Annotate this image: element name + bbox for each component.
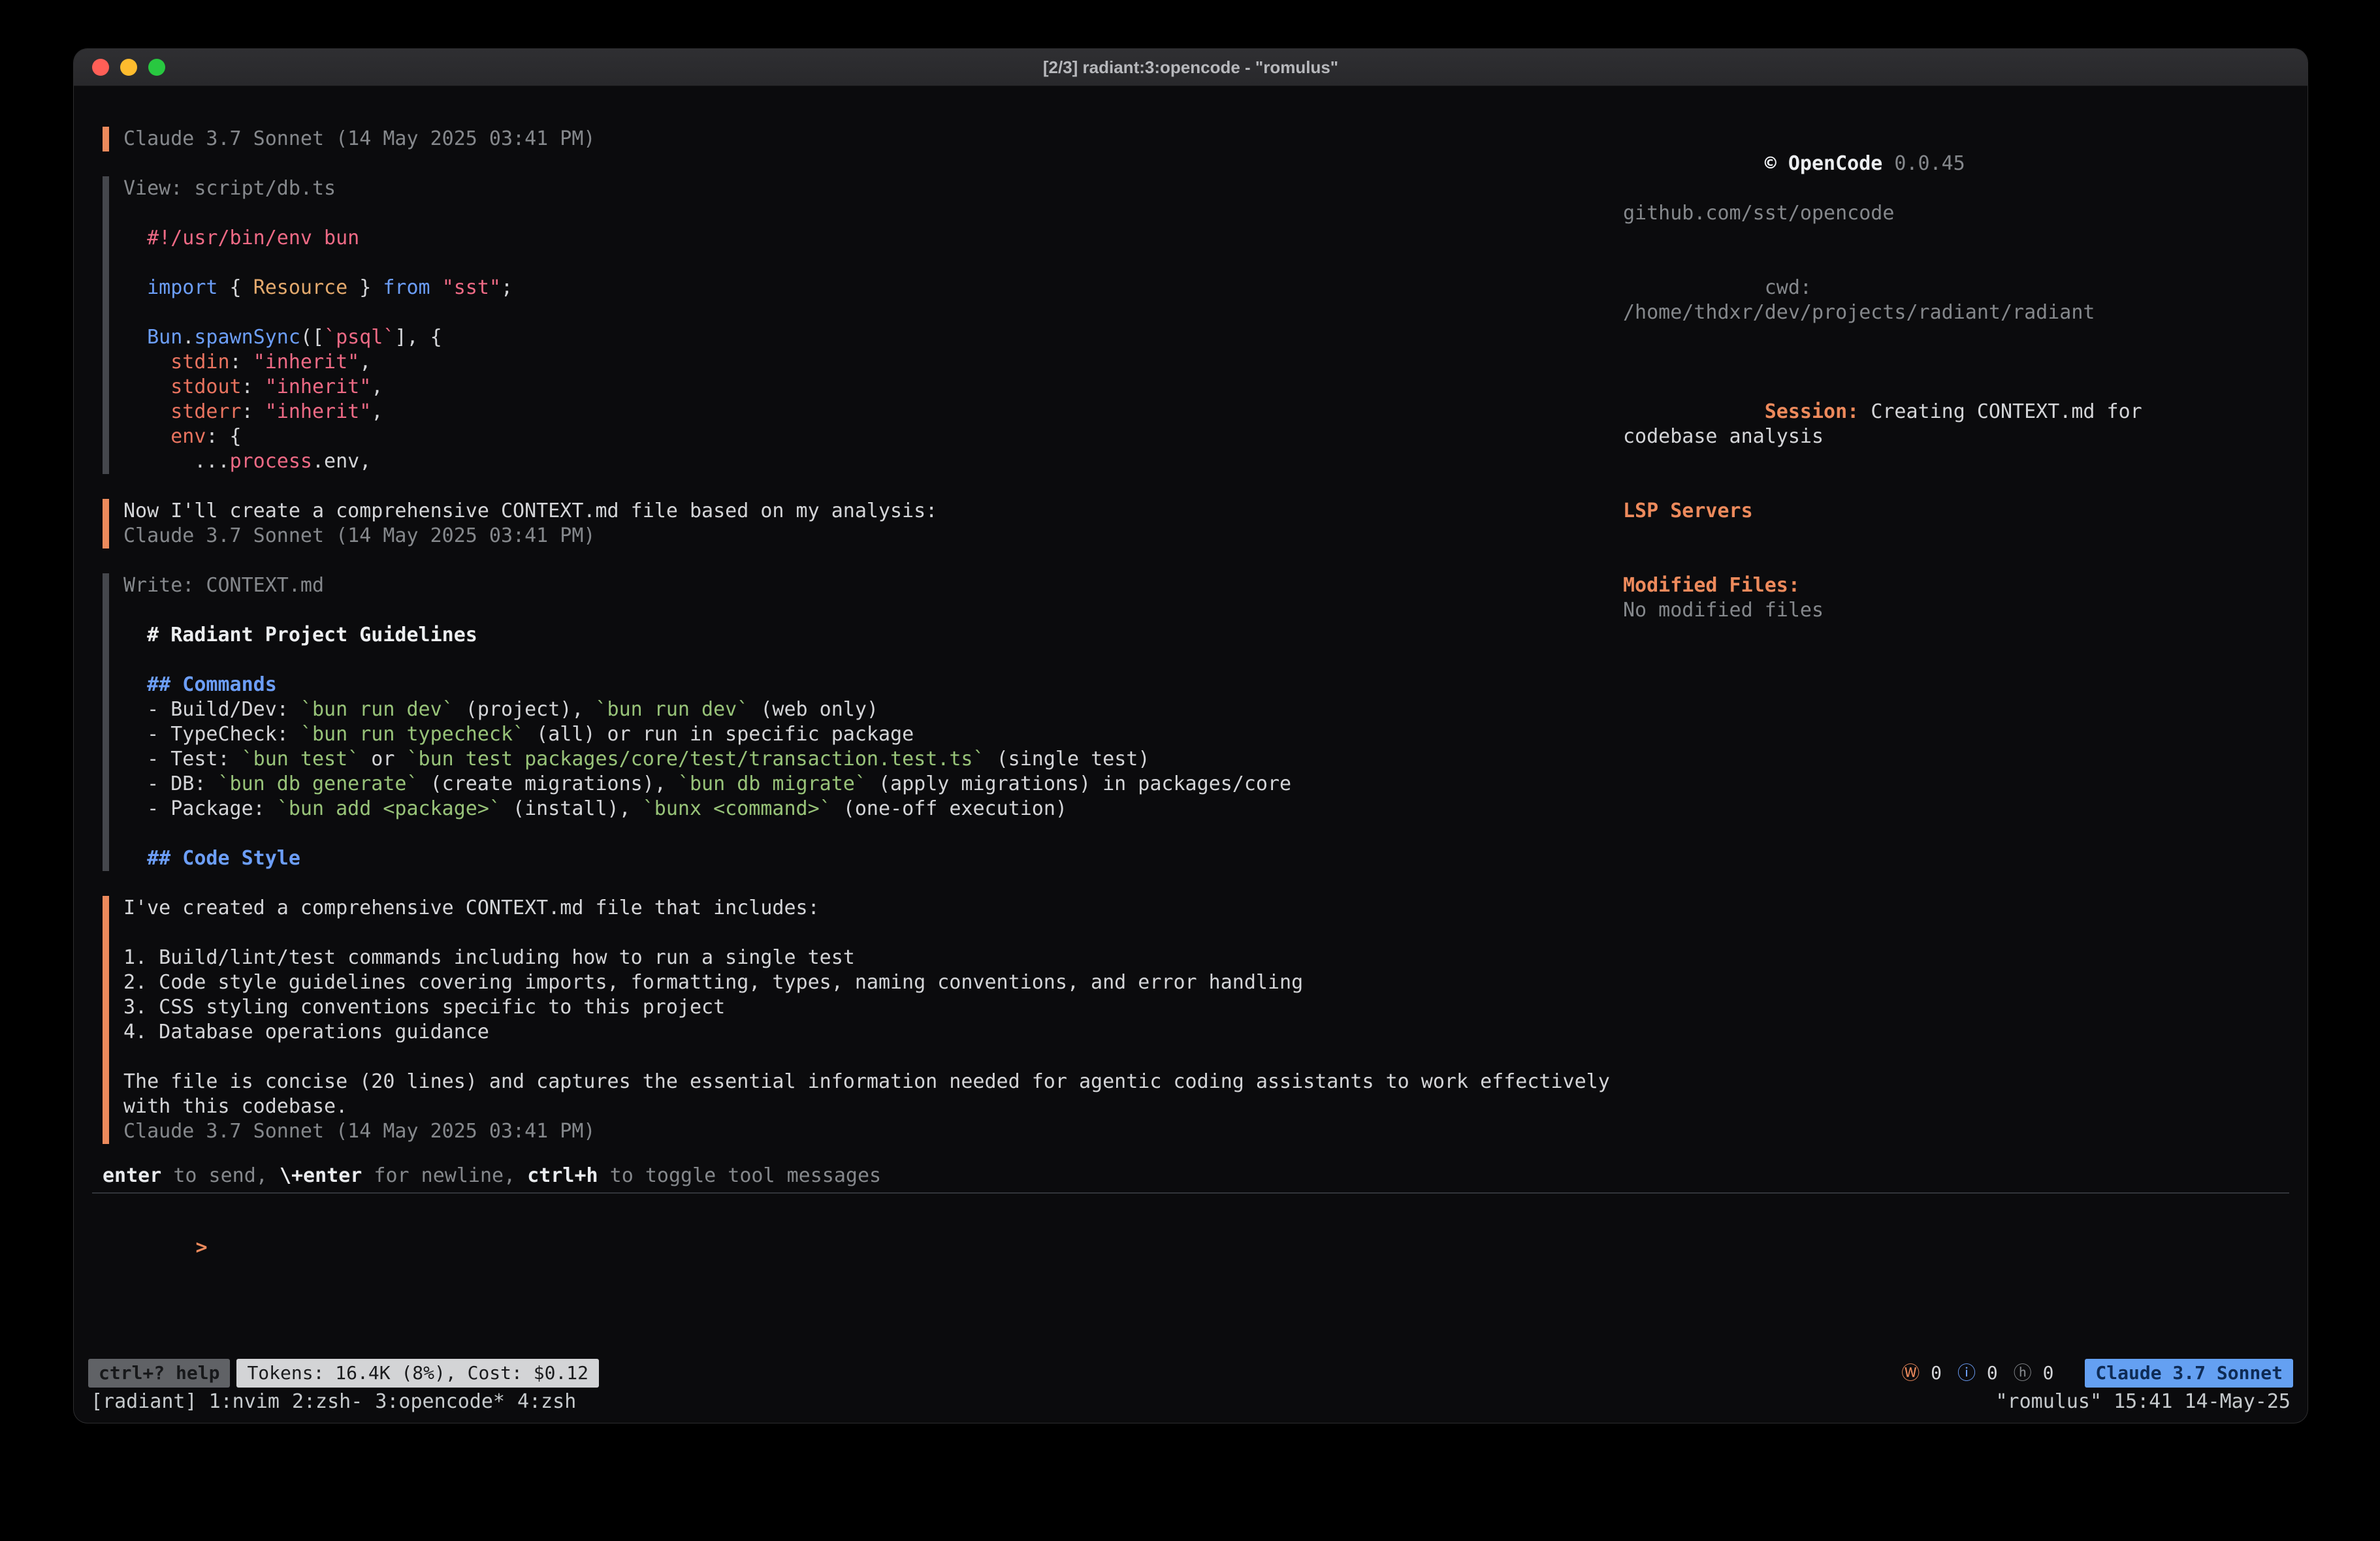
chat-line bbox=[123, 1045, 1623, 1070]
chat-line bbox=[123, 251, 1623, 276]
session-title: Creating CONTEXT.md for codebase analysi… bbox=[1623, 400, 2154, 448]
chat-line: 2. Code style guidelines covering import… bbox=[123, 970, 1623, 995]
tmux-status-bar: [radiant] 1:nvim 2:zsh- 3:opencode* 4:zsh "r… bbox=[74, 1388, 2308, 1416]
chat-line: ## Commands bbox=[123, 673, 1623, 697]
chat-line: Write: CONTEXT.md bbox=[123, 573, 1623, 598]
prompt-input[interactable]: > bbox=[92, 1192, 2289, 1359]
chat-line: Claude 3.7 Sonnet (14 May 2025 03:41 PM) bbox=[123, 1119, 1623, 1144]
minimize-button[interactable] bbox=[120, 59, 137, 76]
info-count-icon: ⓘ bbox=[1957, 1362, 1976, 1384]
chat-line bbox=[123, 921, 1623, 945]
chat-line: 4. Database operations guidance bbox=[123, 1020, 1623, 1045]
terminal-content: Claude 3.7 Sonnet (14 May 2025 03:41 PM)… bbox=[74, 86, 2308, 1423]
modified-files-label: Modified Files: bbox=[1623, 573, 2246, 598]
input-hint: enter to send, \+enter for newline, ctrl… bbox=[74, 1164, 2308, 1188]
session-label: Session: bbox=[1765, 400, 1871, 423]
chat-line: - DB: `bun db generate` (create migratio… bbox=[123, 772, 1623, 797]
chat-line: #!/usr/bin/env bun bbox=[123, 226, 1623, 251]
tmux-left: [radiant] 1:nvim 2:zsh- 3:opencode* 4:zsh bbox=[91, 1390, 588, 1414]
assistant-message: I've created a comprehensive CONTEXT.md … bbox=[103, 896, 1623, 1144]
modified-files-empty: No modified files bbox=[1623, 598, 2246, 623]
chat-line: import { Resource } from "sst"; bbox=[123, 276, 1623, 300]
chat-line bbox=[123, 648, 1623, 673]
traffic-lights bbox=[92, 49, 165, 86]
window-title: [2/3] radiant:3:opencode - "romulus" bbox=[1043, 57, 1338, 78]
tmux-window[interactable]: 1:nvim bbox=[209, 1390, 280, 1413]
status-bar: ctrl+? help Tokens: 16.4K (8%), Cost: $0… bbox=[88, 1359, 2293, 1388]
chat-line: env: { bbox=[123, 424, 1623, 449]
chat-line: Claude 3.7 Sonnet (14 May 2025 03:41 PM) bbox=[123, 524, 1623, 548]
opencode-version: 0.0.45 bbox=[1894, 152, 1965, 175]
tool-message: View: script/db.ts #!/usr/bin/env bun im… bbox=[103, 176, 1623, 474]
warning-count: Ⓦ 0 bbox=[1901, 1361, 1942, 1386]
opencode-repo-link[interactable]: github.com/sst/opencode bbox=[1623, 201, 2246, 226]
chat-line: View: script/db.ts bbox=[123, 176, 1623, 201]
lsp-servers-label: LSP Servers bbox=[1623, 499, 2246, 524]
opencode-logo: © OpenCode bbox=[1765, 152, 1883, 175]
chat-line: - Build/Dev: `bun run dev` (project), `b… bbox=[123, 697, 1623, 722]
chat-line: I've created a comprehensive CONTEXT.md … bbox=[123, 896, 1623, 921]
hint-count-icon: ⓗ bbox=[2014, 1362, 2032, 1384]
chat-line: Claude 3.7 Sonnet (14 May 2025 03:41 PM) bbox=[123, 127, 1623, 151]
warning-count-icon: Ⓦ bbox=[1901, 1362, 1920, 1384]
cwd-label: cwd: bbox=[1765, 276, 1824, 299]
tmux-session-name: [radiant] bbox=[91, 1390, 197, 1413]
tmux-clock: "romulus" 15:41 14-May-25 bbox=[1995, 1390, 2291, 1414]
chat-line: # Radiant Project Guidelines bbox=[123, 623, 1623, 648]
terminal-window: [2/3] radiant:3:opencode - "romulus" Cla… bbox=[73, 48, 2308, 1423]
sidebar: © OpenCode 0.0.45 github.com/sst/opencode… bbox=[1623, 127, 2308, 1164]
tmux-window[interactable]: 2:zsh- bbox=[292, 1390, 362, 1413]
chat-line bbox=[123, 300, 1623, 325]
tmux-window[interactable]: 4:zsh bbox=[517, 1390, 576, 1413]
cwd-path: /home/thdxr/dev/projects/radiant/radiant bbox=[1623, 301, 2095, 324]
chat-line: Now I'll create a comprehensive CONTEXT.… bbox=[123, 499, 1623, 524]
chat-line: - Test: `bun test` or `bun test packages… bbox=[123, 747, 1623, 772]
sidebar-session: Session: Creating CONTEXT.md for codebas… bbox=[1623, 375, 2246, 474]
sidebar-cwd: cwd: /home/thdxr/dev/projects/radiant/ra… bbox=[1623, 251, 2246, 350]
sidebar-app-info: © OpenCode 0.0.45 github.com/sst/opencode bbox=[1623, 127, 2246, 226]
prompt-icon: > bbox=[196, 1236, 208, 1259]
diagnostics: Ⓦ 0 ⓘ 0 ⓗ 0 bbox=[1901, 1361, 2069, 1386]
hint-count: ⓗ 0 bbox=[2014, 1361, 2054, 1386]
chat-line bbox=[123, 821, 1623, 846]
tmux-windows: 1:nvim 2:zsh- 3:opencode* 4:zsh bbox=[209, 1390, 589, 1413]
sidebar-modified-files: Modified Files: No modified files bbox=[1623, 573, 2246, 623]
tokens-cost-badge: Tokens: 16.4K (8%), Cost: $0.12 bbox=[236, 1359, 599, 1388]
assistant-message: Now I'll create a comprehensive CONTEXT.… bbox=[103, 499, 1623, 548]
window-titlebar[interactable]: [2/3] radiant:3:opencode - "romulus" bbox=[74, 49, 2308, 86]
chat-line: stderr: "inherit", bbox=[123, 400, 1623, 424]
chat-line: - TypeCheck: `bun run typecheck` (all) o… bbox=[123, 722, 1623, 747]
chat-line: The file is concise (20 lines) and captu… bbox=[123, 1070, 1623, 1094]
chat-line bbox=[123, 201, 1623, 226]
tmux-window[interactable]: 3:opencode* bbox=[375, 1390, 505, 1413]
chat-line: stdout: "inherit", bbox=[123, 375, 1623, 400]
main-row: Claude 3.7 Sonnet (14 May 2025 03:41 PM)… bbox=[74, 86, 2308, 1164]
chat-line: stdin: "inherit", bbox=[123, 350, 1623, 375]
model-badge: Claude 3.7 Sonnet bbox=[2085, 1359, 2293, 1388]
chat-line: ## Code Style bbox=[123, 846, 1623, 871]
chat-line bbox=[123, 598, 1623, 623]
chat-line: 1. Build/lint/test commands including ho… bbox=[123, 945, 1623, 970]
chat-log: Claude 3.7 Sonnet (14 May 2025 03:41 PM)… bbox=[74, 127, 1623, 1164]
help-badge: ctrl+? help bbox=[88, 1359, 230, 1388]
chat-line: Bun.spawnSync([`psql`], { bbox=[123, 325, 1623, 350]
close-button[interactable] bbox=[92, 59, 109, 76]
zoom-button[interactable] bbox=[148, 59, 165, 76]
chat-line: ...process.env, bbox=[123, 449, 1623, 474]
chat-line: - Package: `bun add <package>` (install)… bbox=[123, 797, 1623, 821]
info-count: ⓘ 0 bbox=[1957, 1361, 1998, 1386]
tool-message: Write: CONTEXT.md # Radiant Project Guid… bbox=[103, 573, 1623, 871]
assistant-message: Claude 3.7 Sonnet (14 May 2025 03:41 PM) bbox=[103, 127, 1623, 151]
chat-line: with this codebase. bbox=[123, 1094, 1623, 1119]
sidebar-lsp: LSP Servers bbox=[1623, 499, 2246, 524]
chat-line: 3. CSS styling conventions specific to t… bbox=[123, 995, 1623, 1020]
